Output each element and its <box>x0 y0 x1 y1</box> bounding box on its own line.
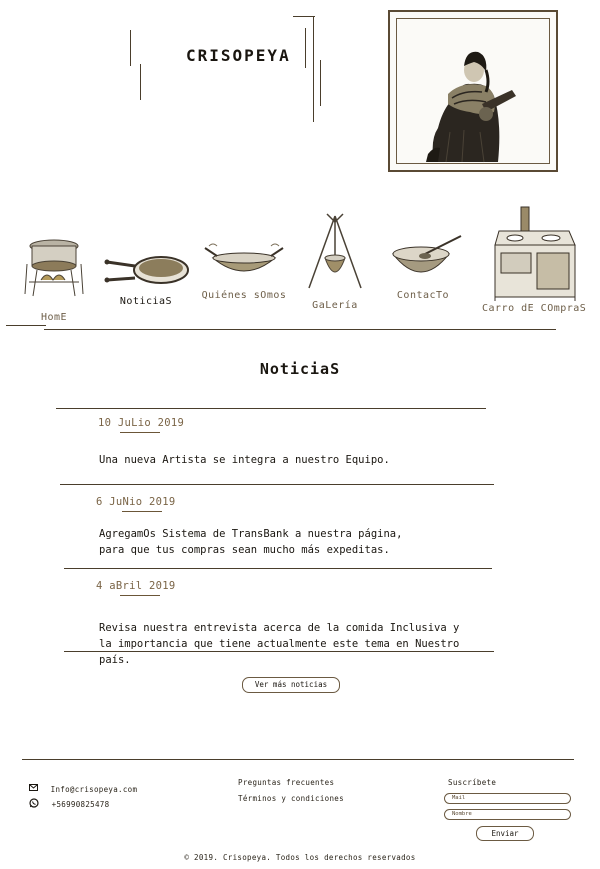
nav-item-home[interactable]: HomE <box>18 234 90 323</box>
wok-icon <box>204 243 284 272</box>
header-portrait-image <box>388 10 558 172</box>
news-date: 4 aBril 2019 <box>96 580 176 592</box>
brand-logo[interactable]: CRISOPEYA <box>186 46 291 65</box>
pot-on-stove-icon <box>24 239 84 297</box>
name-input[interactable]: Nombre <box>444 809 571 820</box>
footer-phone: +56990825478 <box>51 800 110 809</box>
nav-item-carro-de-compras[interactable]: Carro dE COmpraS <box>482 205 586 314</box>
news-headline[interactable]: Una nueva Artista se integra a nuestro E… <box>99 452 439 468</box>
deco-line <box>313 16 314 122</box>
wood-stove-icon <box>494 206 576 301</box>
deco-line <box>305 28 306 68</box>
footer-divider <box>22 759 574 760</box>
deco-line <box>130 30 131 66</box>
more-news-button[interactable]: Ver más noticias <box>242 677 340 693</box>
date-underline <box>120 432 160 433</box>
send-button[interactable]: Enviar <box>476 826 534 841</box>
mail-input[interactable]: Mail <box>444 793 571 804</box>
date-underline <box>122 511 162 512</box>
news-divider <box>60 484 494 485</box>
nav-divider <box>44 329 556 330</box>
nav-item-galeria[interactable]: GaLería <box>300 212 370 311</box>
nav-label-noticias: NoticiaS <box>119 296 173 307</box>
nav-label-contacto: ContacTo <box>396 290 450 301</box>
deco-line <box>140 64 141 100</box>
nav-item-quienes-somos[interactable]: Quiénes sOmos <box>198 240 290 301</box>
phone-row[interactable]: +56990825478 <box>29 792 109 811</box>
terms-link[interactable]: Términos y condiciones <box>238 794 344 803</box>
news-divider <box>64 651 494 652</box>
nav-label-galeria: GaLería <box>312 300 358 311</box>
copyright: © 2019. Crisopeya. Todos los derechos re… <box>184 853 416 862</box>
nav-label-carro-de-compras: Carro dE COmpraS <box>482 303 587 314</box>
news-headline[interactable]: Revisa nuestra entrevista acerca de la c… <box>99 620 469 668</box>
subscribe-label: Suscríbete <box>448 778 497 787</box>
deco-line <box>320 60 321 106</box>
woman-portrait-illustration <box>426 51 516 163</box>
news-divider <box>56 408 486 409</box>
nav-label-quienes-somos: Quiénes sOmos <box>201 290 287 301</box>
news-date: 10 JuLio 2019 <box>98 417 185 429</box>
whatsapp-icon <box>29 797 39 808</box>
mail-icon <box>29 784 38 791</box>
nav-label-home: HomE <box>40 312 68 323</box>
deco-line <box>293 16 315 17</box>
tripod-pot-icon <box>308 213 362 289</box>
date-underline <box>120 595 160 596</box>
bowl-spoon-icon <box>391 235 462 273</box>
frying-pans-icon <box>104 256 189 284</box>
news-divider <box>64 568 492 569</box>
page-title: NoticiaS <box>259 360 341 378</box>
news-headline[interactable]: AgregamOs Sistema de TransBank a nuestra… <box>99 526 429 558</box>
nav-item-contacto[interactable]: ContacTo <box>380 234 466 301</box>
news-date: 6 JuNio 2019 <box>96 496 176 508</box>
nav-item-noticias[interactable]: NoticiaS <box>100 250 192 307</box>
deco-line <box>6 325 46 326</box>
faq-link[interactable]: Preguntas frecuentes <box>238 778 334 787</box>
